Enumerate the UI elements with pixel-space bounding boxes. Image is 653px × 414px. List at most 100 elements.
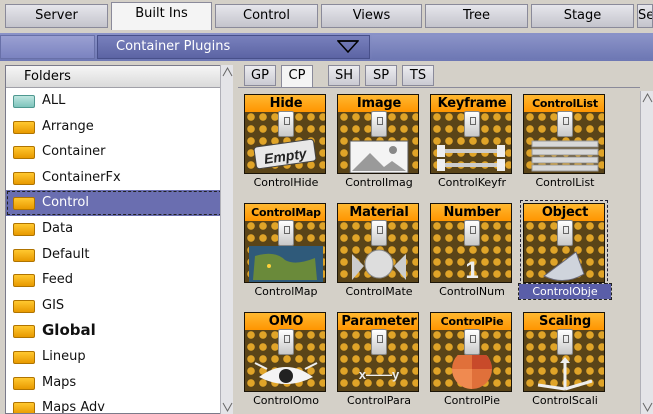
plugin-tile[interactable]: Material <box>337 203 419 283</box>
plugin-controllist[interactable]: ControlList ControlList <box>519 90 611 193</box>
tab-se[interactable]: Se <box>637 4 653 28</box>
category-bar-right <box>372 35 653 59</box>
plugin-tile[interactable]: Object <box>520 200 608 286</box>
subtab-cp[interactable]: CP <box>281 65 313 88</box>
tab-server[interactable]: Server <box>5 4 108 28</box>
plugin-category-dropdown[interactable]: Container Plugins <box>97 35 370 59</box>
eye-icon <box>245 355 325 391</box>
material-sphere-icon <box>338 246 418 282</box>
plugin-tile[interactable]: Keyframe <box>430 94 512 174</box>
subtab-gp[interactable]: GP <box>244 65 276 86</box>
plugin-controlpara[interactable]: Parameter x——y ControlPara <box>333 308 425 411</box>
folder-item-feed[interactable]: Feed <box>6 267 228 293</box>
tab-built-ins[interactable]: Built Ins <box>111 2 212 30</box>
folders-panel: Folders ALL Arrange Container ContainerFx Co… <box>5 65 229 414</box>
folder-item-label: Container <box>42 144 106 160</box>
plugin-caption: ControlNum <box>439 285 505 298</box>
folder-item-all[interactable]: ALL <box>6 88 228 114</box>
tab-views[interactable]: Views <box>321 4 422 28</box>
folder-item-default[interactable]: Default <box>6 242 228 268</box>
folder-item-containerfx[interactable]: ContainerFx <box>6 165 228 191</box>
plugin-controlobje[interactable]: Object ControlObje <box>518 199 612 302</box>
plugin-tile[interactable]: Image <box>337 94 419 174</box>
plugin-title: Material <box>338 204 418 221</box>
plugin-title: ControlMap <box>245 204 325 221</box>
plugin-caption: ControlMate <box>345 285 413 298</box>
plugin-controlimag[interactable]: Image ControlImag <box>333 90 425 193</box>
folder-icon <box>13 197 35 211</box>
plug-icon <box>464 111 480 137</box>
plug-icon <box>371 220 387 246</box>
folder-item-control[interactable]: Control <box>6 190 228 216</box>
plugin-tile[interactable]: ControlPie <box>430 312 512 392</box>
folder-icon <box>13 120 35 134</box>
plugin-tile[interactable]: OMO <box>244 312 326 392</box>
folder-icon <box>13 350 35 364</box>
svg-text:x——y: x——y <box>359 367 400 382</box>
folder-item-global[interactable]: Global <box>6 318 228 344</box>
folder-item-label: ALL <box>42 93 66 108</box>
folder-item-gis[interactable]: GIS <box>6 293 228 319</box>
plug-icon <box>278 329 294 355</box>
scroll-up-icon[interactable] <box>222 66 233 78</box>
folder-icon <box>13 325 35 339</box>
folder-item-maps-adv[interactable]: Maps Adv <box>6 395 228 414</box>
scroll-down-icon[interactable] <box>222 401 233 413</box>
folder-item-label: Maps <box>42 374 77 390</box>
folder-item-lineup[interactable]: Lineup <box>6 344 228 370</box>
plugin-caption: ControlList <box>535 176 595 189</box>
folder-icon <box>13 146 35 160</box>
subtab-sh[interactable]: SH <box>328 65 360 86</box>
plugin-tile[interactable]: Scaling <box>523 312 605 392</box>
plugin-controlmate[interactable]: Material ControlMate <box>333 199 425 302</box>
folder-item-label: Global <box>42 321 96 340</box>
plugin-caption: ControlObje <box>518 283 612 300</box>
plugin-controlscali[interactable]: Scaling ControlScali <box>519 308 611 411</box>
folder-icon <box>13 274 35 288</box>
folder-item-data[interactable]: Data <box>6 216 228 242</box>
folder-item-label: Control <box>42 195 89 211</box>
plugin-controlomo[interactable]: OMO ControlOmo <box>240 308 332 411</box>
tab-control[interactable]: Control <box>215 4 318 28</box>
folder-item-label: Lineup <box>42 348 86 364</box>
cone-object-icon <box>524 246 604 282</box>
plugin-grid-scrollbar[interactable] <box>640 91 653 414</box>
svg-text:1: 1 <box>465 257 478 283</box>
plugin-category-bar: Container Plugins <box>0 33 653 61</box>
plug-icon <box>464 220 480 246</box>
subtab-ts[interactable]: TS <box>402 65 434 86</box>
map-icon <box>245 246 325 282</box>
plugin-tile[interactable]: Number 1 <box>430 203 512 283</box>
folder-item-maps[interactable]: Maps <box>6 370 228 396</box>
plugin-category-label: Container Plugins <box>116 39 231 54</box>
category-bar-left <box>0 35 95 59</box>
folder-item-label: Maps Adv <box>42 400 105 414</box>
plugin-title: ControlPie <box>431 313 511 330</box>
plugin-controlhide[interactable]: Hide Empty ControlHide <box>240 90 332 193</box>
tab-tree[interactable]: Tree <box>425 4 528 28</box>
scroll-down-icon[interactable] <box>642 401 653 413</box>
scroll-up-icon[interactable] <box>642 92 653 104</box>
folder-item-label: Default <box>42 246 90 262</box>
plugin-tile[interactable]: Parameter x——y <box>337 312 419 392</box>
plugin-controlmap[interactable]: ControlMap ControlMap <box>240 199 332 302</box>
folders-scrollbar[interactable] <box>220 65 233 414</box>
subtab-sp[interactable]: SP <box>365 65 397 86</box>
folder-icon <box>13 299 35 313</box>
plugin-tile[interactable]: Hide Empty <box>244 94 326 174</box>
plugin-controlpie[interactable]: ControlPie ControlPie <box>426 308 518 411</box>
folder-item-arrange[interactable]: Arrange <box>6 114 228 140</box>
folder-icon <box>13 95 35 108</box>
folder-item-label: Data <box>42 220 74 236</box>
tab-stage[interactable]: Stage <box>531 4 634 28</box>
plugin-controlnum[interactable]: Number 1 ControlNum <box>426 199 518 302</box>
plugin-tile[interactable]: ControlList <box>523 94 605 174</box>
plugin-title: Keyframe <box>431 95 511 112</box>
plugin-title: Image <box>338 95 418 112</box>
plugin-tile[interactable]: ControlMap <box>244 203 326 283</box>
folder-item-container[interactable]: Container <box>6 139 228 165</box>
folder-icon <box>13 402 35 413</box>
folder-icon <box>13 222 35 236</box>
plugin-controlkeyfr[interactable]: Keyframe ControlKeyfr <box>426 90 518 193</box>
folders-header: Folders <box>6 66 228 88</box>
